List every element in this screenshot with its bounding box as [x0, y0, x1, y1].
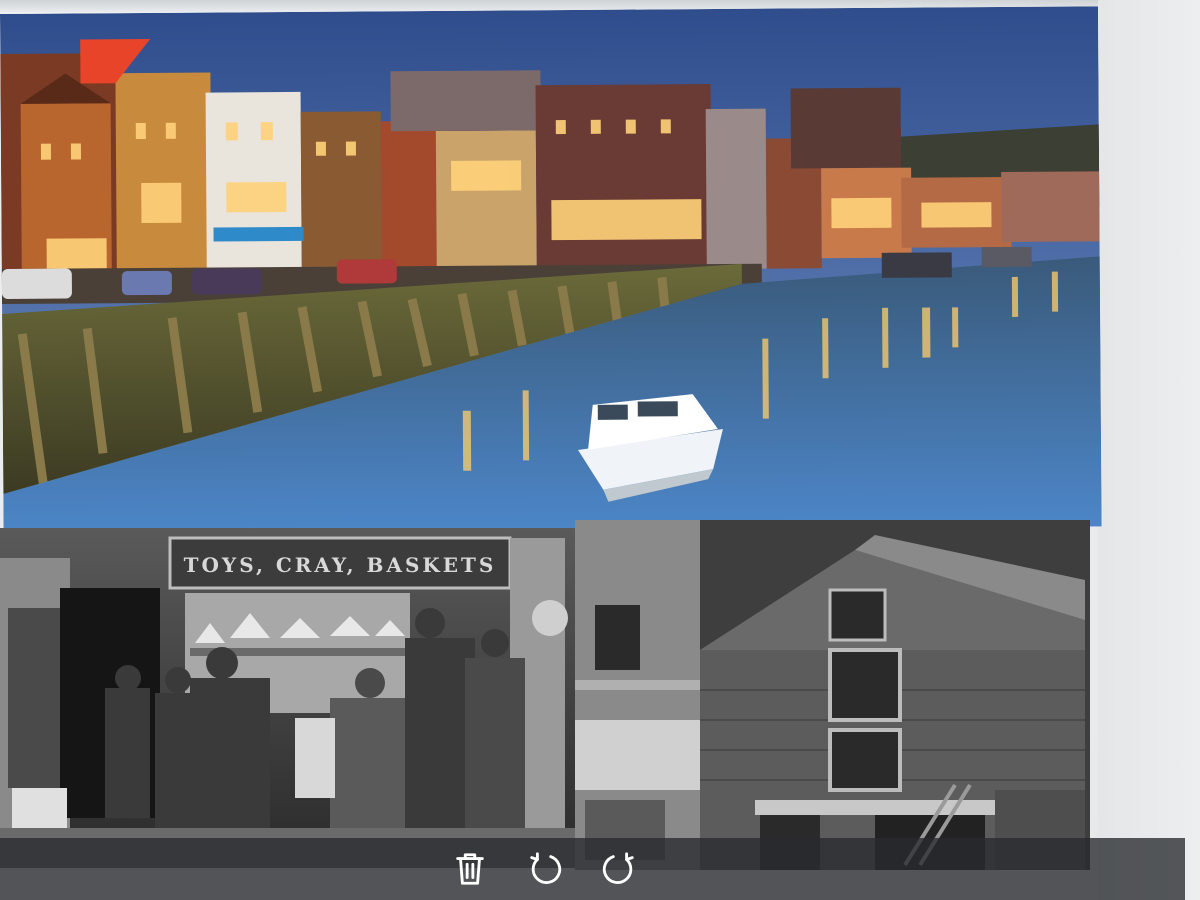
delete-button[interactable] [447, 846, 493, 892]
photo-toolbar [0, 838, 1185, 900]
photo-viewer-screen: TOYS, CRAY, BASKETS [0, 0, 1200, 900]
shop-sign: TOYS, CRAY, BASKETS [184, 553, 497, 577]
rotate-left-icon [530, 852, 562, 884]
rotate-right-icon [602, 852, 634, 884]
rotate-right-button[interactable] [596, 846, 642, 892]
rotate-left-button[interactable] [522, 846, 568, 892]
harbour-photo[interactable] [0, 6, 1102, 534]
shop-photo[interactable]: TOYS, CRAY, BASKETS [0, 528, 578, 868]
screen-margin [1098, 0, 1200, 900]
building-photo[interactable] [575, 520, 1090, 870]
trash-icon [456, 853, 484, 885]
